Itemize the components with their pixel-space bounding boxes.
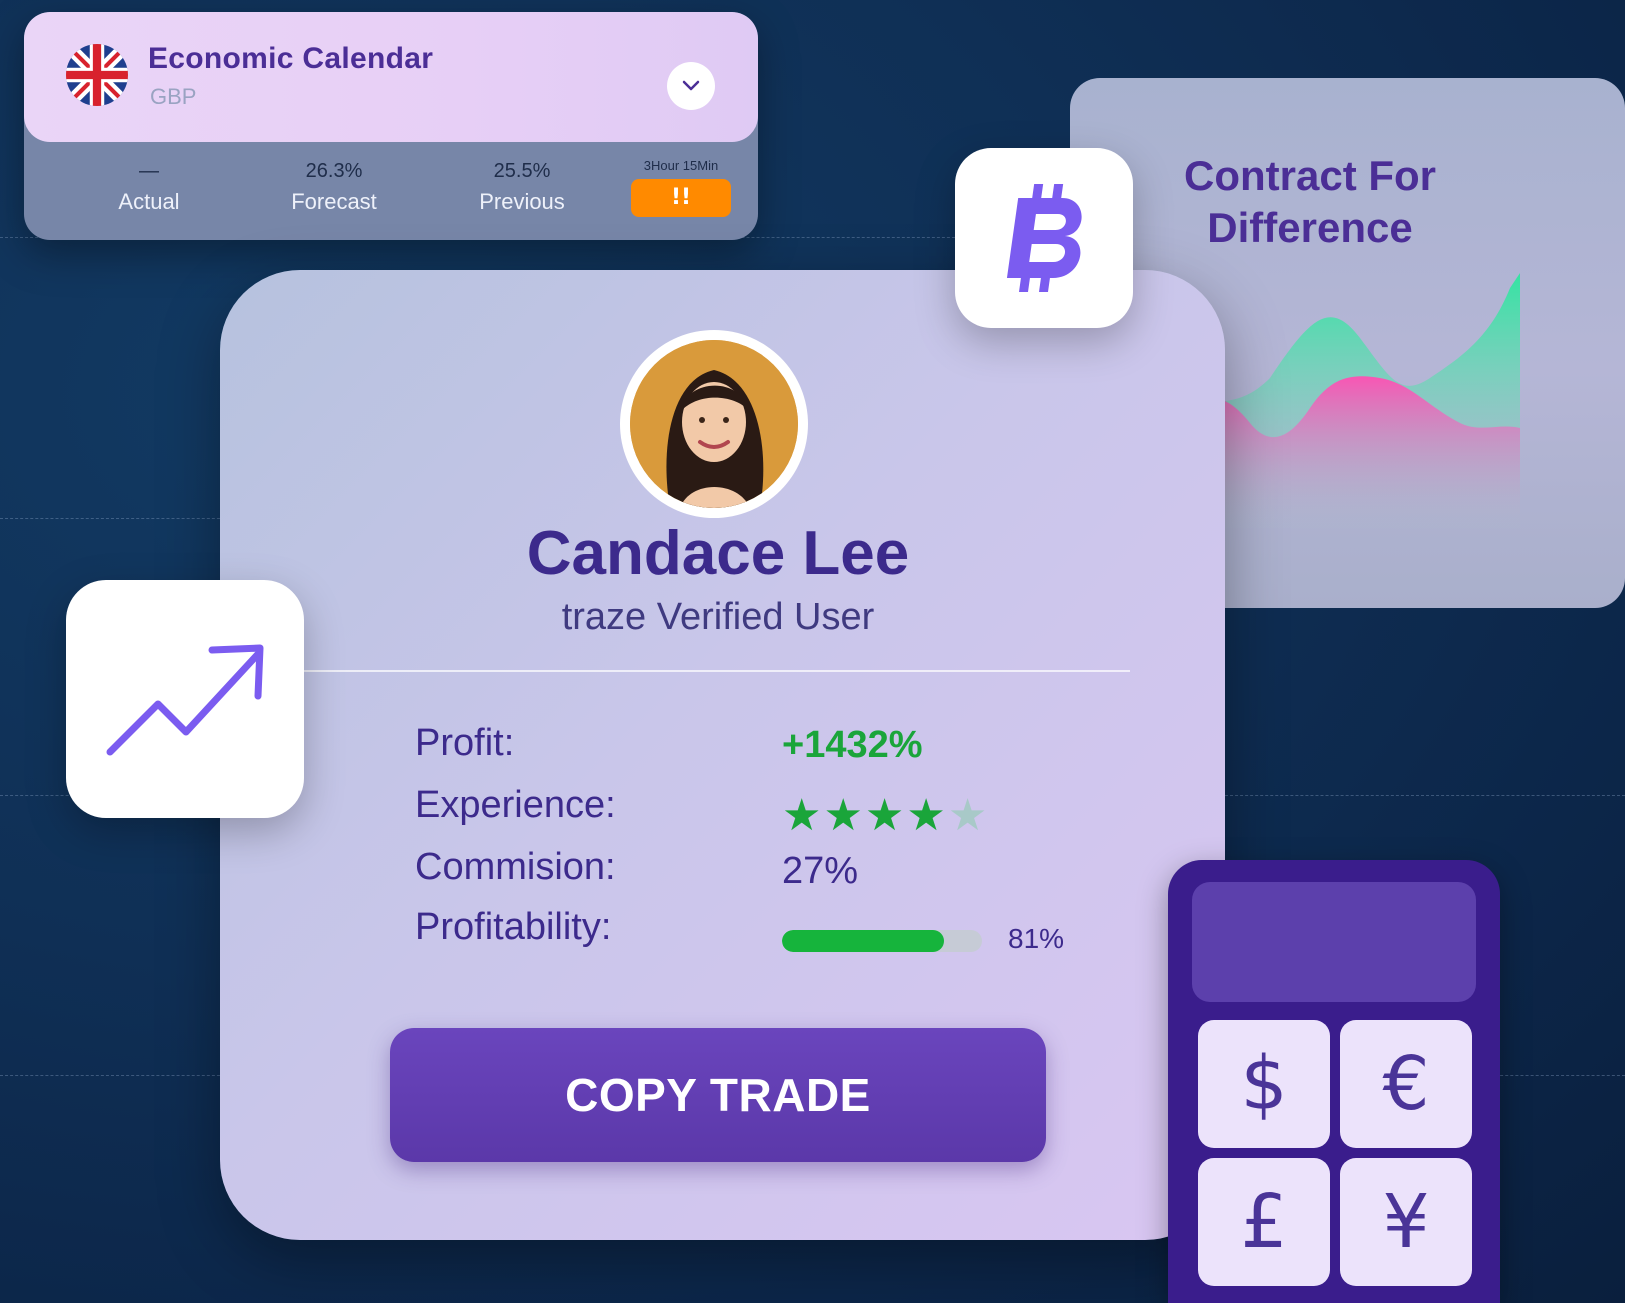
profitability-percent: 81%: [1008, 923, 1065, 954]
yen-key[interactable]: ¥: [1340, 1158, 1472, 1286]
economic-calendar-title: Economic Calendar: [148, 42, 434, 75]
expand-button[interactable]: [667, 62, 715, 110]
actual-label: Actual: [118, 189, 180, 214]
stat-forecast: 26.3% Forecast: [264, 160, 404, 215]
commission-label: Commision:: [415, 846, 616, 888]
forecast-label: Forecast: [291, 189, 377, 214]
profitability-label: Profitability:: [415, 906, 612, 948]
stat-previous: 25.5% Previous: [452, 160, 592, 215]
bg-dashed-line: [1490, 1075, 1625, 1076]
experience-rating: ★★★★★: [782, 790, 989, 841]
trend-tile[interactable]: [66, 580, 304, 818]
uk-flag-icon: [66, 44, 128, 106]
copy-trade-button[interactable]: COPY TRADE: [390, 1028, 1046, 1162]
stat-actual: — Actual: [84, 160, 214, 215]
star-icon: ★: [864, 790, 907, 841]
experience-label: Experience:: [415, 784, 616, 826]
trader-role: traze Verified User: [561, 596, 875, 638]
alert-badge: !!: [631, 179, 731, 217]
profit-label: Profit:: [415, 722, 515, 764]
avatar: [630, 340, 798, 508]
countdown-text: 3Hour 15Min: [643, 158, 719, 173]
euro-key[interactable]: €: [1340, 1020, 1472, 1148]
profitability-bar-fill: [782, 930, 944, 952]
cfd-title: Contract For Difference: [1070, 150, 1550, 254]
countdown-timer: 3Hour 15Min !!: [626, 158, 736, 217]
trend-up-icon: [106, 644, 264, 756]
profitability-bar: [782, 930, 982, 952]
economic-calendar-header[interactable]: Economic Calendar GBP: [24, 12, 758, 142]
star-icon: ★: [823, 790, 865, 841]
calculator-screen: [1192, 882, 1476, 1002]
bitcoin-tile[interactable]: [955, 148, 1133, 328]
bg-dashed-line: [1220, 795, 1625, 796]
forecast-value: 26.3%: [305, 160, 363, 182]
divider: [300, 670, 1130, 672]
cfd-title-line1: Contract For: [1184, 152, 1436, 199]
star-icon: ★: [947, 790, 990, 841]
chevron-down-icon: [682, 80, 700, 91]
previous-value: 25.5%: [493, 160, 551, 182]
dollar-key[interactable]: $: [1198, 1020, 1330, 1148]
economic-calendar-widget: Economic Calendar GBP — Actual 26.3% For…: [24, 12, 758, 240]
star-icon: ★: [906, 790, 948, 841]
previous-label: Previous: [479, 189, 565, 214]
trader-name: Candace Lee: [526, 519, 910, 588]
bg-dashed-line: [0, 518, 230, 519]
actual-value: —: [139, 160, 159, 182]
bg-dashed-line: [0, 1075, 230, 1076]
currency-label: GBP: [150, 84, 197, 109]
bitcoin-icon: [1006, 184, 1082, 292]
currency-calculator: $ € £ ¥: [1168, 860, 1500, 1303]
commission-value: 27%: [782, 850, 859, 892]
profit-value: +1432%: [782, 724, 923, 766]
star-icon: ★: [782, 790, 824, 841]
pound-key[interactable]: £: [1198, 1158, 1330, 1286]
cfd-title-line2: Difference: [1207, 204, 1413, 251]
